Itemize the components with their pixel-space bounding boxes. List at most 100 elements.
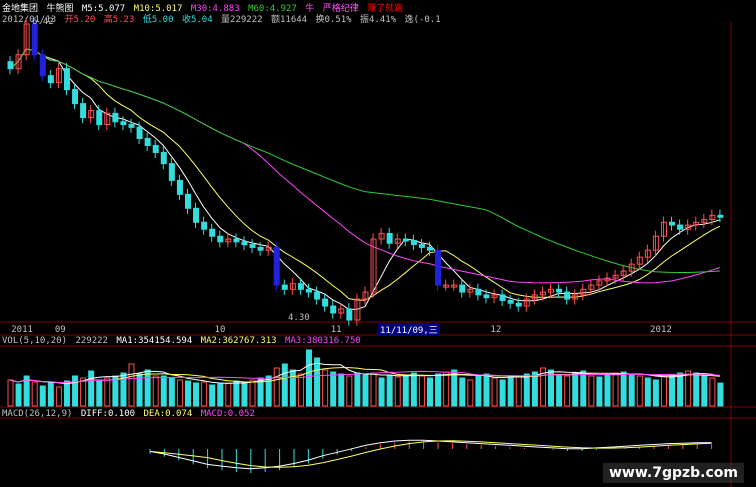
macd-dea: DEA:0.074	[143, 409, 193, 419]
volume-bar	[314, 357, 321, 407]
volume-bar	[330, 371, 337, 407]
volume-bar	[209, 384, 216, 407]
volume-bar	[636, 375, 643, 407]
candle-body	[717, 214, 724, 218]
volume-bar	[507, 376, 514, 407]
candle-body	[669, 221, 676, 226]
date-axis-label: 2012	[650, 325, 672, 335]
volume-bars	[7, 349, 724, 407]
candle-body	[39, 54, 46, 77]
candle-body	[281, 284, 288, 290]
candle-body	[160, 151, 167, 165]
volume-bar	[233, 380, 240, 407]
volume-bar	[273, 367, 280, 407]
date-axis-label: 10	[215, 325, 226, 335]
volume-bar	[483, 373, 490, 407]
volume-bar	[556, 374, 563, 407]
volume-bar	[362, 374, 369, 407]
candle-body	[136, 126, 143, 139]
candle-body	[475, 288, 482, 296]
volume-bar	[644, 377, 651, 407]
volume-bar	[604, 374, 611, 407]
volume-bar	[193, 382, 200, 407]
volume-bar	[160, 375, 167, 407]
candle-body	[144, 137, 151, 146]
macd-title: MACD(26,12,9)	[2, 409, 73, 419]
candle-body	[507, 299, 514, 304]
candle-body	[483, 294, 490, 299]
candle-body	[273, 246, 280, 286]
macd-diff: DIFF:0.100	[80, 409, 136, 419]
volume-bar	[475, 375, 482, 407]
volume-header: VOL(5,10,20) 229222 MA1:354154.594 MA2:3…	[2, 336, 364, 346]
volume-bar	[620, 371, 627, 407]
volume-bar	[281, 363, 288, 407]
volume-bar	[652, 379, 659, 407]
candle-body	[515, 302, 522, 307]
volume-bar	[63, 380, 70, 407]
volume-bar	[104, 377, 111, 407]
volume-bar	[588, 375, 595, 407]
candle-body	[257, 246, 264, 251]
volume-bar	[564, 375, 571, 407]
candle-body	[152, 144, 159, 153]
volume-bar	[128, 363, 135, 407]
vol-title: VOL(5,10,20)	[2, 336, 68, 346]
volume-bar	[225, 382, 232, 407]
volume-bar	[370, 372, 377, 407]
volume-bar	[515, 375, 522, 407]
volume-bar	[31, 381, 38, 407]
date-axis-label: 12	[490, 325, 501, 335]
volume-bar	[378, 377, 385, 407]
date-axis-label: 2011	[11, 325, 33, 335]
candle-body	[499, 294, 506, 301]
volume-bar	[354, 372, 361, 407]
candle-body	[31, 23, 38, 56]
candle-body	[435, 249, 442, 286]
candle-body	[168, 163, 175, 181]
candle-body	[402, 238, 409, 242]
candle-body	[63, 68, 70, 91]
candle-body	[330, 305, 337, 314]
candle-body	[233, 238, 240, 243]
candle-body	[305, 288, 312, 293]
volume-bar	[217, 383, 224, 407]
candle-body	[459, 284, 466, 293]
candle-body	[217, 235, 224, 243]
vol-ma2: MA2:362767.313	[200, 336, 277, 346]
volume-bar	[39, 385, 46, 407]
volume-bar	[612, 372, 619, 407]
date-axis: 2011 09 10 11 12 2012	[11, 325, 672, 335]
volume-bar	[386, 375, 393, 407]
volume-bar	[523, 373, 530, 407]
candle-body	[241, 241, 248, 246]
volume-bar	[80, 377, 87, 407]
volume-bar	[531, 371, 538, 407]
candle-body	[427, 246, 434, 251]
volume-bar	[572, 372, 579, 407]
candle-body	[80, 103, 87, 119]
volume-bar	[55, 386, 62, 407]
volume-bar	[499, 379, 506, 407]
ma5-line	[9, 48, 721, 310]
volume-bar	[15, 383, 22, 407]
volume-bar	[717, 382, 724, 407]
volume-bar	[677, 372, 684, 407]
volume-bar	[201, 381, 208, 407]
date-axis-label: 11	[331, 325, 342, 335]
volume-bar	[628, 373, 635, 407]
candle-body	[209, 228, 216, 237]
volume-bar	[184, 380, 191, 407]
volume-bar	[693, 372, 700, 407]
ma-lines	[9, 48, 721, 310]
macd-header: MACD(26,12,9) DIFF:0.100 DEA:0.074 MACD:…	[2, 409, 258, 419]
low-price-label: 4.30	[288, 313, 310, 323]
candle-body	[193, 207, 200, 223]
volume-bar	[410, 372, 417, 407]
volume-bar	[47, 382, 54, 407]
volume-bar	[580, 370, 587, 407]
candle-body	[47, 75, 54, 84]
volume-bar	[669, 374, 676, 407]
date-axis-label: 09	[55, 325, 66, 335]
vol-ma3: MA3:380316.750	[284, 336, 361, 346]
